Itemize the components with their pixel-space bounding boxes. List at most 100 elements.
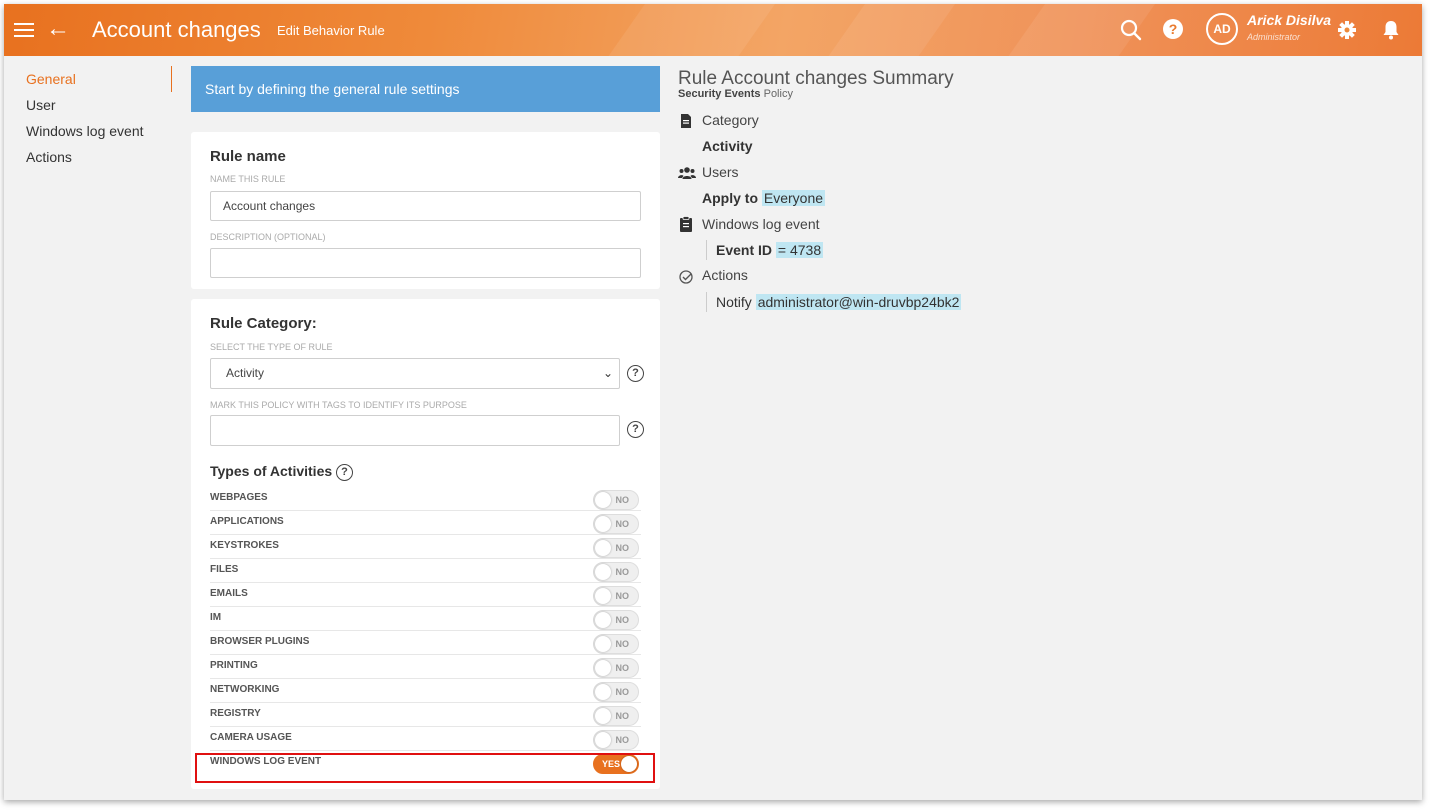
summary-category-head: Category bbox=[702, 112, 759, 128]
activity-toggle[interactable]: NO bbox=[593, 610, 639, 630]
activity-toggle[interactable]: NO bbox=[593, 562, 639, 582]
activity-label: PRINTING bbox=[210, 660, 258, 671]
activity-row: APPLICATIONS NO bbox=[210, 511, 641, 535]
app-window: ← Account changes Edit Behavior Rule ? A… bbox=[4, 4, 1422, 800]
toggle-knob bbox=[595, 540, 611, 556]
summary-users-prefix: Apply to bbox=[702, 190, 762, 206]
summary-policy-name: Security Events bbox=[678, 88, 761, 100]
activity-row: NETWORKING NO bbox=[210, 679, 641, 703]
tags-label: MARK THIS POLICY WITH TAGS TO IDENTIFY I… bbox=[210, 400, 467, 410]
nav-item-user[interactable]: User bbox=[26, 92, 176, 118]
description-input[interactable] bbox=[210, 248, 641, 278]
summary-policy-suffix: Policy bbox=[760, 88, 793, 100]
toggle-knob bbox=[595, 636, 611, 652]
avatar[interactable]: AD bbox=[1206, 13, 1238, 45]
document-icon bbox=[678, 113, 694, 129]
summary-category-value: Activity bbox=[702, 138, 753, 154]
rule-name-heading: Rule name bbox=[210, 148, 286, 165]
rule-type-select[interactable]: Activity ⌄ bbox=[210, 358, 620, 389]
rule-name-card: Rule name NAME THIS RULE Account changes… bbox=[191, 132, 660, 289]
activity-row: EMAILS NO bbox=[210, 583, 641, 607]
activity-toggle[interactable]: NO bbox=[593, 634, 639, 654]
top-bar: ← Account changes Edit Behavior Rule ? A… bbox=[4, 4, 1422, 56]
toggle-knob bbox=[595, 516, 611, 532]
toggle-knob bbox=[595, 708, 611, 724]
summary-actions-row: Notify administrator@win-druvbp24bk2 bbox=[706, 292, 962, 312]
activity-label: EMAILS bbox=[210, 588, 248, 599]
summary-actions-highlight: administrator@win-druvbp24bk2 bbox=[755, 294, 962, 310]
toggle-state: NO bbox=[615, 591, 630, 601]
gear-icon[interactable] bbox=[1334, 17, 1360, 43]
description-label: DESCRIPTION (OPTIONAL) bbox=[210, 232, 326, 242]
toggle-knob bbox=[595, 660, 611, 676]
toggle-state: NO bbox=[615, 735, 630, 745]
activity-toggle[interactable]: NO bbox=[593, 706, 639, 726]
summary-users-highlight: Everyone bbox=[761, 190, 826, 206]
toggle-knob bbox=[595, 492, 611, 508]
rule-type-help-icon[interactable]: ? bbox=[627, 365, 644, 382]
toggle-knob bbox=[595, 732, 611, 748]
activity-label: CAMERA USAGE bbox=[210, 732, 292, 743]
activity-label: REGISTRY bbox=[210, 708, 261, 719]
activity-row: CAMERA USAGE NO bbox=[210, 727, 641, 751]
toggle-state: NO bbox=[615, 639, 630, 649]
activity-toggle[interactable]: NO bbox=[593, 490, 639, 510]
toggle-knob bbox=[595, 564, 611, 580]
info-banner: Start by defining the general rule setti… bbox=[191, 66, 660, 112]
activity-row: KEYSTROKES NO bbox=[210, 535, 641, 559]
rule-name-input[interactable]: Account changes bbox=[210, 191, 641, 221]
activity-label: APPLICATIONS bbox=[210, 516, 284, 527]
activity-toggle[interactable]: NO bbox=[593, 538, 639, 558]
tags-help-icon[interactable]: ? bbox=[627, 421, 644, 438]
page-title: Account changes bbox=[92, 17, 261, 42]
activity-row: FILES NO bbox=[210, 559, 641, 583]
nav-item-actions[interactable]: Actions bbox=[26, 144, 176, 170]
toggle-knob bbox=[595, 684, 611, 700]
toggle-state: NO bbox=[615, 663, 630, 673]
toggle-state: NO bbox=[615, 567, 630, 577]
summary-event-row: Event ID = 4738 bbox=[706, 240, 824, 260]
activities-help-icon[interactable]: ? bbox=[336, 464, 353, 481]
header-decoration bbox=[815, 4, 963, 56]
user-role: Administrator bbox=[1247, 32, 1301, 42]
summary-users-head: Users bbox=[702, 164, 739, 180]
toggle-knob bbox=[595, 612, 611, 628]
tags-input[interactable] bbox=[210, 415, 620, 446]
highlight-box bbox=[195, 753, 655, 783]
check-circle-icon bbox=[678, 269, 694, 285]
activity-label: KEYSTROKES bbox=[210, 540, 279, 551]
nav-item-general[interactable]: General bbox=[26, 66, 176, 92]
summary-policy: Security Events Policy bbox=[678, 88, 793, 100]
activity-label: NETWORKING bbox=[210, 684, 280, 695]
header-decoration bbox=[595, 4, 783, 56]
activity-label: BROWSER PLUGINS bbox=[210, 636, 310, 647]
help-icon[interactable]: ? bbox=[1163, 19, 1183, 39]
toggle-state: NO bbox=[615, 495, 630, 505]
summary-event-highlight: = 4738 bbox=[775, 242, 824, 258]
user-name[interactable]: Arick Disilva bbox=[1247, 12, 1331, 28]
activity-label: IM bbox=[210, 612, 222, 623]
nav-active-indicator bbox=[171, 66, 172, 92]
activity-toggle[interactable]: NO bbox=[593, 586, 639, 606]
activity-toggle[interactable]: NO bbox=[593, 682, 639, 702]
summary-actions-prefix: Notify bbox=[716, 294, 756, 310]
activities-heading-text: Types of Activities bbox=[210, 463, 333, 479]
rule-type-label: SELECT THE TYPE OF RULE bbox=[210, 342, 333, 352]
rule-category-card: Rule Category: SELECT THE TYPE OF RULE A… bbox=[191, 299, 660, 789]
toggle-state: NO bbox=[615, 519, 630, 529]
chevron-down-icon: ⌄ bbox=[602, 366, 613, 380]
search-icon[interactable] bbox=[1118, 17, 1144, 43]
bell-icon[interactable] bbox=[1378, 17, 1404, 43]
activity-toggle[interactable]: NO bbox=[593, 658, 639, 678]
activities-heading: Types of Activities bbox=[210, 463, 332, 479]
activity-row: PRINTING NO bbox=[210, 655, 641, 679]
menu-icon[interactable] bbox=[14, 19, 34, 39]
rule-category-heading: Rule Category: bbox=[210, 315, 317, 332]
page-subtitle: Edit Behavior Rule bbox=[277, 23, 385, 38]
back-arrow-icon[interactable]: ← bbox=[46, 14, 70, 44]
nav-item-windows-log-event[interactable]: Windows log event bbox=[26, 118, 176, 144]
activity-toggle[interactable]: NO bbox=[593, 514, 639, 534]
toggle-knob bbox=[595, 588, 611, 604]
activity-toggle[interactable]: NO bbox=[593, 730, 639, 750]
toggle-state: NO bbox=[615, 687, 630, 697]
